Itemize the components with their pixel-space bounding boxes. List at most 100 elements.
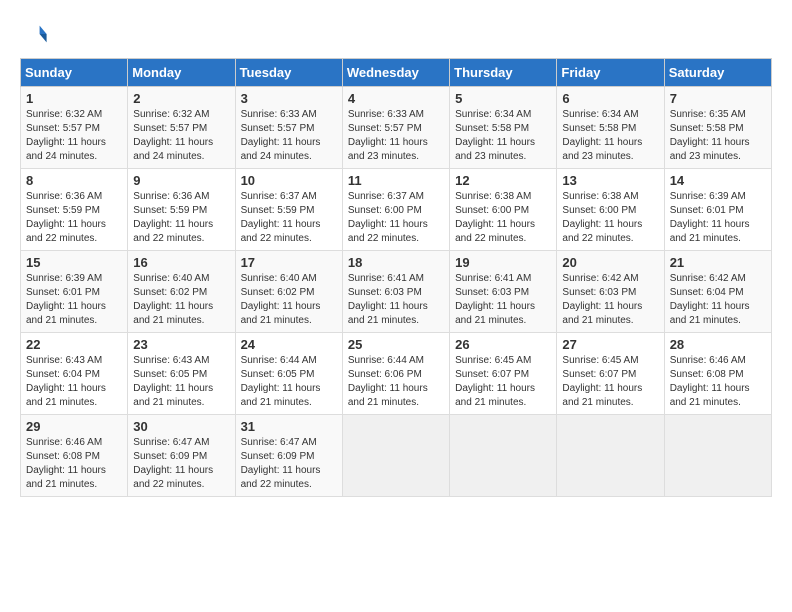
calendar-cell: 23 Sunrise: 6:43 AMSunset: 6:05 PMDayligh… [128, 333, 235, 415]
cell-info: Sunrise: 6:34 AMSunset: 5:58 PMDaylight:… [455, 108, 551, 164]
cell-info: Sunrise: 6:38 AMSunset: 6:00 PMDaylight:… [562, 190, 658, 246]
calendar-cell: 11 Sunrise: 6:37 AMSunset: 6:00 PMDayligh… [342, 169, 449, 251]
calendar-week-row: 15 Sunrise: 6:39 AMSunset: 6:01 PMDayligh… [21, 251, 772, 333]
calendar-cell: 21Sunrise: 6:42 AMSunset: 6:04 PMDayligh… [664, 251, 771, 333]
calendar-cell [664, 415, 771, 497]
calendar-cell: 31 Sunrise: 6:47 AMSunset: 6:09 PMDayligh… [235, 415, 342, 497]
calendar-cell: 7Sunrise: 6:35 AMSunset: 5:58 PMDaylight… [664, 87, 771, 169]
calendar-cell: 13 Sunrise: 6:38 AMSunset: 6:00 PMDayligh… [557, 169, 664, 251]
cell-info: Sunrise: 6:33 AMSunset: 5:57 PMDaylight:… [241, 108, 337, 164]
calendar-cell: 6 Sunrise: 6:34 AMSunset: 5:58 PMDaylight… [557, 87, 664, 169]
calendar-cell: 12 Sunrise: 6:38 AMSunset: 6:00 PMDayligh… [450, 169, 557, 251]
cell-info: Sunrise: 6:41 AMSunset: 6:03 PMDaylight:… [455, 272, 551, 328]
day-number: 16 [133, 255, 229, 270]
day-number: 2 [133, 91, 229, 106]
day-number: 23 [133, 337, 229, 352]
day-header-saturday: Saturday [664, 59, 771, 87]
day-number: 17 [241, 255, 337, 270]
day-number: 29 [26, 419, 122, 434]
calendar-table: SundayMondayTuesdayWednesdayThursdayFrid… [20, 58, 772, 497]
calendar-cell: 9 Sunrise: 6:36 AMSunset: 5:59 PMDaylight… [128, 169, 235, 251]
day-number: 15 [26, 255, 122, 270]
day-number: 28 [670, 337, 766, 352]
calendar-cell: 17Sunrise: 6:40 AMSunset: 6:02 PMDayligh… [235, 251, 342, 333]
day-header-sunday: Sunday [21, 59, 128, 87]
cell-info: Sunrise: 6:47 AMSunset: 6:09 PMDaylight:… [241, 436, 337, 492]
calendar-cell: 1Sunrise: 6:32 AMSunset: 5:57 PMDaylight… [21, 87, 128, 169]
cell-info: Sunrise: 6:43 AMSunset: 6:04 PMDaylight:… [26, 354, 122, 410]
day-number: 10 [241, 173, 337, 188]
calendar-cell: 26 Sunrise: 6:45 AMSunset: 6:07 PMDayligh… [450, 333, 557, 415]
day-number: 20 [562, 255, 658, 270]
calendar-cell: 20 Sunrise: 6:42 AMSunset: 6:03 PMDayligh… [557, 251, 664, 333]
day-number: 22 [26, 337, 122, 352]
cell-info: Sunrise: 6:32 AMSunset: 5:57 PMDaylight:… [26, 108, 122, 164]
header-row: SundayMondayTuesdayWednesdayThursdayFrid… [21, 59, 772, 87]
calendar-cell: 24 Sunrise: 6:44 AMSunset: 6:05 PMDayligh… [235, 333, 342, 415]
calendar-cell: 16 Sunrise: 6:40 AMSunset: 6:02 PMDayligh… [128, 251, 235, 333]
cell-info: Sunrise: 6:45 AMSunset: 6:07 PMDaylight:… [562, 354, 658, 410]
page-header [20, 20, 772, 48]
calendar-cell [342, 415, 449, 497]
calendar-cell: 5 Sunrise: 6:34 AMSunset: 5:58 PMDaylight… [450, 87, 557, 169]
cell-info: Sunrise: 6:39 AMSunset: 6:01 PMDaylight:… [670, 190, 766, 246]
day-number: 25 [348, 337, 444, 352]
cell-info: Sunrise: 6:45 AMSunset: 6:07 PMDaylight:… [455, 354, 551, 410]
cell-info: Sunrise: 6:38 AMSunset: 6:00 PMDaylight:… [455, 190, 551, 246]
cell-info: Sunrise: 6:41 AMSunset: 6:03 PMDaylight:… [348, 272, 444, 328]
day-number: 24 [241, 337, 337, 352]
cell-info: Sunrise: 6:46 AMSunset: 6:08 PMDaylight:… [26, 436, 122, 492]
calendar-cell: 19 Sunrise: 6:41 AMSunset: 6:03 PMDayligh… [450, 251, 557, 333]
calendar-cell: 4 Sunrise: 6:33 AMSunset: 5:57 PMDaylight… [342, 87, 449, 169]
cell-info: Sunrise: 6:33 AMSunset: 5:57 PMDaylight:… [348, 108, 444, 164]
calendar-week-row: 8 Sunrise: 6:36 AMSunset: 5:59 PMDaylight… [21, 169, 772, 251]
day-header-friday: Friday [557, 59, 664, 87]
logo-icon [20, 20, 48, 48]
cell-info: Sunrise: 6:42 AMSunset: 6:04 PMDaylight:… [670, 272, 766, 328]
calendar-cell [557, 415, 664, 497]
cell-info: Sunrise: 6:37 AMSunset: 5:59 PMDaylight:… [241, 190, 337, 246]
cell-info: Sunrise: 6:40 AMSunset: 6:02 PMDaylight:… [133, 272, 229, 328]
day-number: 26 [455, 337, 551, 352]
calendar-cell: 27 Sunrise: 6:45 AMSunset: 6:07 PMDayligh… [557, 333, 664, 415]
day-number: 27 [562, 337, 658, 352]
calendar-cell [450, 415, 557, 497]
day-header-thursday: Thursday [450, 59, 557, 87]
day-number: 11 [348, 173, 444, 188]
calendar-week-row: 1Sunrise: 6:32 AMSunset: 5:57 PMDaylight… [21, 87, 772, 169]
day-number: 5 [455, 91, 551, 106]
day-number: 3 [241, 91, 337, 106]
cell-info: Sunrise: 6:47 AMSunset: 6:09 PMDaylight:… [133, 436, 229, 492]
calendar-cell: 18 Sunrise: 6:41 AMSunset: 6:03 PMDayligh… [342, 251, 449, 333]
day-header-wednesday: Wednesday [342, 59, 449, 87]
calendar-cell: 3 Sunrise: 6:33 AMSunset: 5:57 PMDaylight… [235, 87, 342, 169]
day-number: 13 [562, 173, 658, 188]
cell-info: Sunrise: 6:39 AMSunset: 6:01 PMDaylight:… [26, 272, 122, 328]
calendar-cell: 10 Sunrise: 6:37 AMSunset: 5:59 PMDayligh… [235, 169, 342, 251]
cell-info: Sunrise: 6:32 AMSunset: 5:57 PMDaylight:… [133, 108, 229, 164]
logo [20, 20, 52, 48]
day-number: 8 [26, 173, 122, 188]
calendar-cell: 25 Sunrise: 6:44 AMSunset: 6:06 PMDayligh… [342, 333, 449, 415]
calendar-cell: 2 Sunrise: 6:32 AMSunset: 5:57 PMDaylight… [128, 87, 235, 169]
day-number: 18 [348, 255, 444, 270]
day-number: 19 [455, 255, 551, 270]
cell-info: Sunrise: 6:43 AMSunset: 6:05 PMDaylight:… [133, 354, 229, 410]
day-number: 12 [455, 173, 551, 188]
cell-info: Sunrise: 6:46 AMSunset: 6:08 PMDaylight:… [670, 354, 766, 410]
cell-info: Sunrise: 6:44 AMSunset: 6:05 PMDaylight:… [241, 354, 337, 410]
cell-info: Sunrise: 6:36 AMSunset: 5:59 PMDaylight:… [133, 190, 229, 246]
calendar-cell: 30 Sunrise: 6:47 AMSunset: 6:09 PMDayligh… [128, 415, 235, 497]
day-number: 6 [562, 91, 658, 106]
day-number: 31 [241, 419, 337, 434]
cell-info: Sunrise: 6:34 AMSunset: 5:58 PMDaylight:… [562, 108, 658, 164]
day-header-tuesday: Tuesday [235, 59, 342, 87]
cell-info: Sunrise: 6:42 AMSunset: 6:03 PMDaylight:… [562, 272, 658, 328]
day-number: 30 [133, 419, 229, 434]
cell-info: Sunrise: 6:37 AMSunset: 6:00 PMDaylight:… [348, 190, 444, 246]
day-number: 9 [133, 173, 229, 188]
day-number: 4 [348, 91, 444, 106]
calendar-week-row: 22 Sunrise: 6:43 AMSunset: 6:04 PMDayligh… [21, 333, 772, 415]
calendar-cell: 14Sunrise: 6:39 AMSunset: 6:01 PMDayligh… [664, 169, 771, 251]
cell-info: Sunrise: 6:44 AMSunset: 6:06 PMDaylight:… [348, 354, 444, 410]
